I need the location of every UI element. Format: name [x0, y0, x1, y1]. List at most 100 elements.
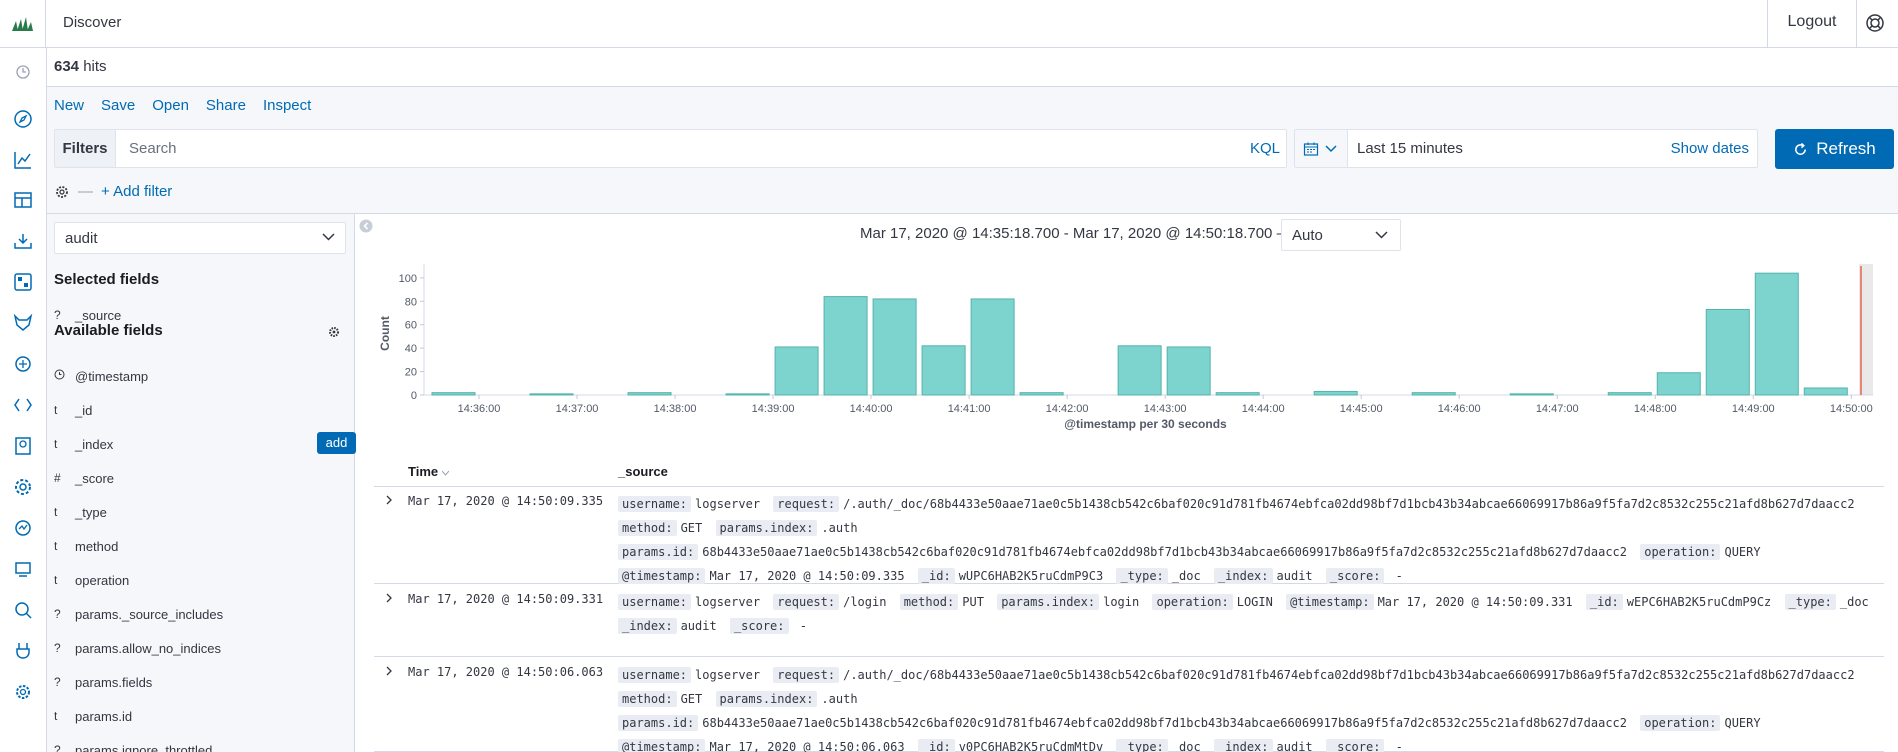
collapse-sidebar-icon[interactable]	[359, 219, 373, 233]
field-filter-gear-icon[interactable]	[328, 326, 340, 338]
available-field-item[interactable]: ? params.fields	[54, 668, 354, 696]
user-badge-icon[interactable]	[11, 434, 35, 458]
stack-plugin-icon[interactable]	[11, 639, 35, 663]
source-field-value: Mar 17, 2020 @ 14:50:06.063	[709, 740, 905, 752]
histogram-chart: 0 20 40 60 80 100 Count 14:36:00 14:37:00 14:38:0…	[378, 264, 1873, 431]
available-field-item[interactable]: t params.id	[54, 702, 354, 730]
quick-menu-button[interactable]	[1295, 130, 1348, 167]
visualize-chart-icon[interactable]	[11, 148, 35, 172]
field-name: params.id	[75, 708, 133, 724]
source-field-key: request:	[773, 594, 840, 610]
menu-share[interactable]: Share	[206, 97, 246, 114]
help-lifebuoy-icon[interactable]	[1864, 12, 1886, 34]
source-field: method: PUT	[899, 594, 984, 610]
source-field-key: @timestamp:	[618, 739, 706, 752]
time-column-header[interactable]: Time	[408, 464, 450, 479]
x-tick-label: 14:36:00	[458, 403, 501, 415]
date-range-text[interactable]: Last 15 minutes	[1357, 140, 1463, 157]
gear-wheel-icon[interactable]	[11, 475, 35, 499]
source-field: params.index: login	[997, 594, 1140, 610]
source-field: method: GET	[618, 520, 702, 536]
histogram-bar	[1019, 392, 1064, 396]
download-tray-icon[interactable]	[11, 229, 35, 253]
available-field-item[interactable]: ? params.ignore_throttled	[54, 736, 354, 752]
kql-toggle[interactable]: KQL	[1250, 140, 1280, 157]
source-field-value: audit	[680, 619, 717, 633]
reports-icon[interactable]	[11, 557, 35, 581]
source-field-value: .auth	[821, 692, 858, 706]
source-field: operation: QUERY	[1640, 544, 1761, 560]
available-field-item[interactable]: # _score	[54, 464, 354, 492]
expand-row-chevron-icon[interactable]	[384, 494, 394, 506]
dashboard-icon[interactable]	[11, 188, 35, 212]
interval-select[interactable]: Auto	[1281, 219, 1401, 251]
row-source: username: logserver request:/login method…	[618, 590, 1884, 638]
source-field: _index: audit	[1213, 568, 1313, 584]
source-field-value: _doc	[1171, 740, 1201, 752]
expand-row-chevron-icon[interactable]	[384, 592, 394, 604]
source-field-value: wUPC6HAB2K5ruCdmP9C3	[958, 569, 1104, 583]
y-tick-label: 20	[405, 367, 417, 379]
logout-button[interactable]: Logout	[1767, 0, 1857, 47]
expand-row-chevron-icon[interactable]	[384, 665, 394, 677]
available-field-item[interactable]: t _type	[54, 498, 354, 526]
field-type-unknown-icon: ?	[54, 607, 61, 621]
sort-icon	[441, 470, 450, 476]
show-dates-link[interactable]: Show dates	[1671, 140, 1749, 157]
filters-label[interactable]: Filters	[55, 130, 116, 167]
histogram-bar	[725, 393, 770, 396]
source-field-key: params.id:	[618, 544, 699, 560]
available-field-item[interactable]: t _index add	[54, 430, 356, 458]
source-field-value: login	[1103, 595, 1140, 609]
logo-icon	[11, 16, 33, 31]
monitoring-icon[interactable]	[11, 516, 35, 540]
available-field-item[interactable]: @timestamp	[54, 362, 354, 390]
field-name: params.fields	[75, 674, 153, 690]
available-field-item[interactable]: ? params._source_includes	[54, 600, 354, 628]
search-input[interactable]	[122, 130, 1202, 167]
menu-open[interactable]: Open	[152, 97, 189, 114]
index-pattern-select[interactable]: audit	[54, 222, 346, 254]
source-field-key: _score:	[729, 618, 789, 634]
menu-inspect[interactable]: Inspect	[263, 97, 311, 114]
menu-new[interactable]: New	[54, 97, 84, 114]
available-field-item[interactable]: t _id	[54, 396, 354, 424]
hits-count: 634 hits	[54, 58, 107, 75]
dev-tools-code-icon[interactable]	[11, 393, 35, 417]
field-name: params._source_includes	[75, 606, 224, 622]
histogram-bar	[1117, 345, 1162, 396]
recent-clock-icon[interactable]	[11, 60, 35, 84]
selected-fields-title: Selected fields	[54, 271, 160, 288]
discover-compass-icon[interactable]	[11, 107, 35, 131]
source-field-value: -	[1388, 740, 1403, 752]
row-time: Mar 17, 2020 @ 14:50:09.331	[408, 592, 604, 606]
x-tick-label: 14:41:00	[948, 403, 991, 415]
field-type-unknown-icon: ?	[54, 743, 61, 752]
add-filter-link[interactable]: + Add filter	[101, 183, 172, 200]
available-field-item[interactable]: t method	[54, 532, 354, 560]
source-field: params.index: .auth	[715, 691, 858, 707]
filter-settings-gear-icon[interactable]	[54, 184, 70, 200]
source-field-value: logserver	[695, 497, 761, 511]
source-field: request:/.auth/_doc/68b4433e50aae71ae0c5…	[773, 496, 1855, 512]
histogram-bar	[872, 298, 917, 396]
available-field-item[interactable]: t operation	[54, 566, 354, 594]
canvas-icon[interactable]	[11, 270, 35, 294]
field-type-unknown-icon: ?	[54, 641, 61, 655]
settings-gear-icon[interactable]	[11, 680, 35, 704]
search-person-icon[interactable]	[11, 598, 35, 622]
source-field: _score: -	[1325, 739, 1403, 752]
x-tick-label: 14:45:00	[1340, 403, 1383, 415]
source-field-value: -	[1388, 569, 1403, 583]
ml-brain-icon[interactable]	[11, 352, 35, 376]
logo[interactable]	[0, 0, 46, 47]
add-field-button[interactable]: add	[317, 432, 356, 454]
refresh-button[interactable]: Refresh	[1775, 129, 1894, 169]
source-field: params.index: .auth	[715, 520, 858, 536]
source-field: _type: _doc	[1784, 594, 1869, 610]
source-field-key: operation:	[1640, 544, 1721, 560]
menu-save[interactable]: Save	[101, 97, 135, 114]
fox-alert-icon[interactable]	[11, 311, 35, 335]
available-field-item[interactable]: ? params.allow_no_indices	[54, 634, 354, 662]
source-field-key: @timestamp:	[618, 568, 706, 584]
